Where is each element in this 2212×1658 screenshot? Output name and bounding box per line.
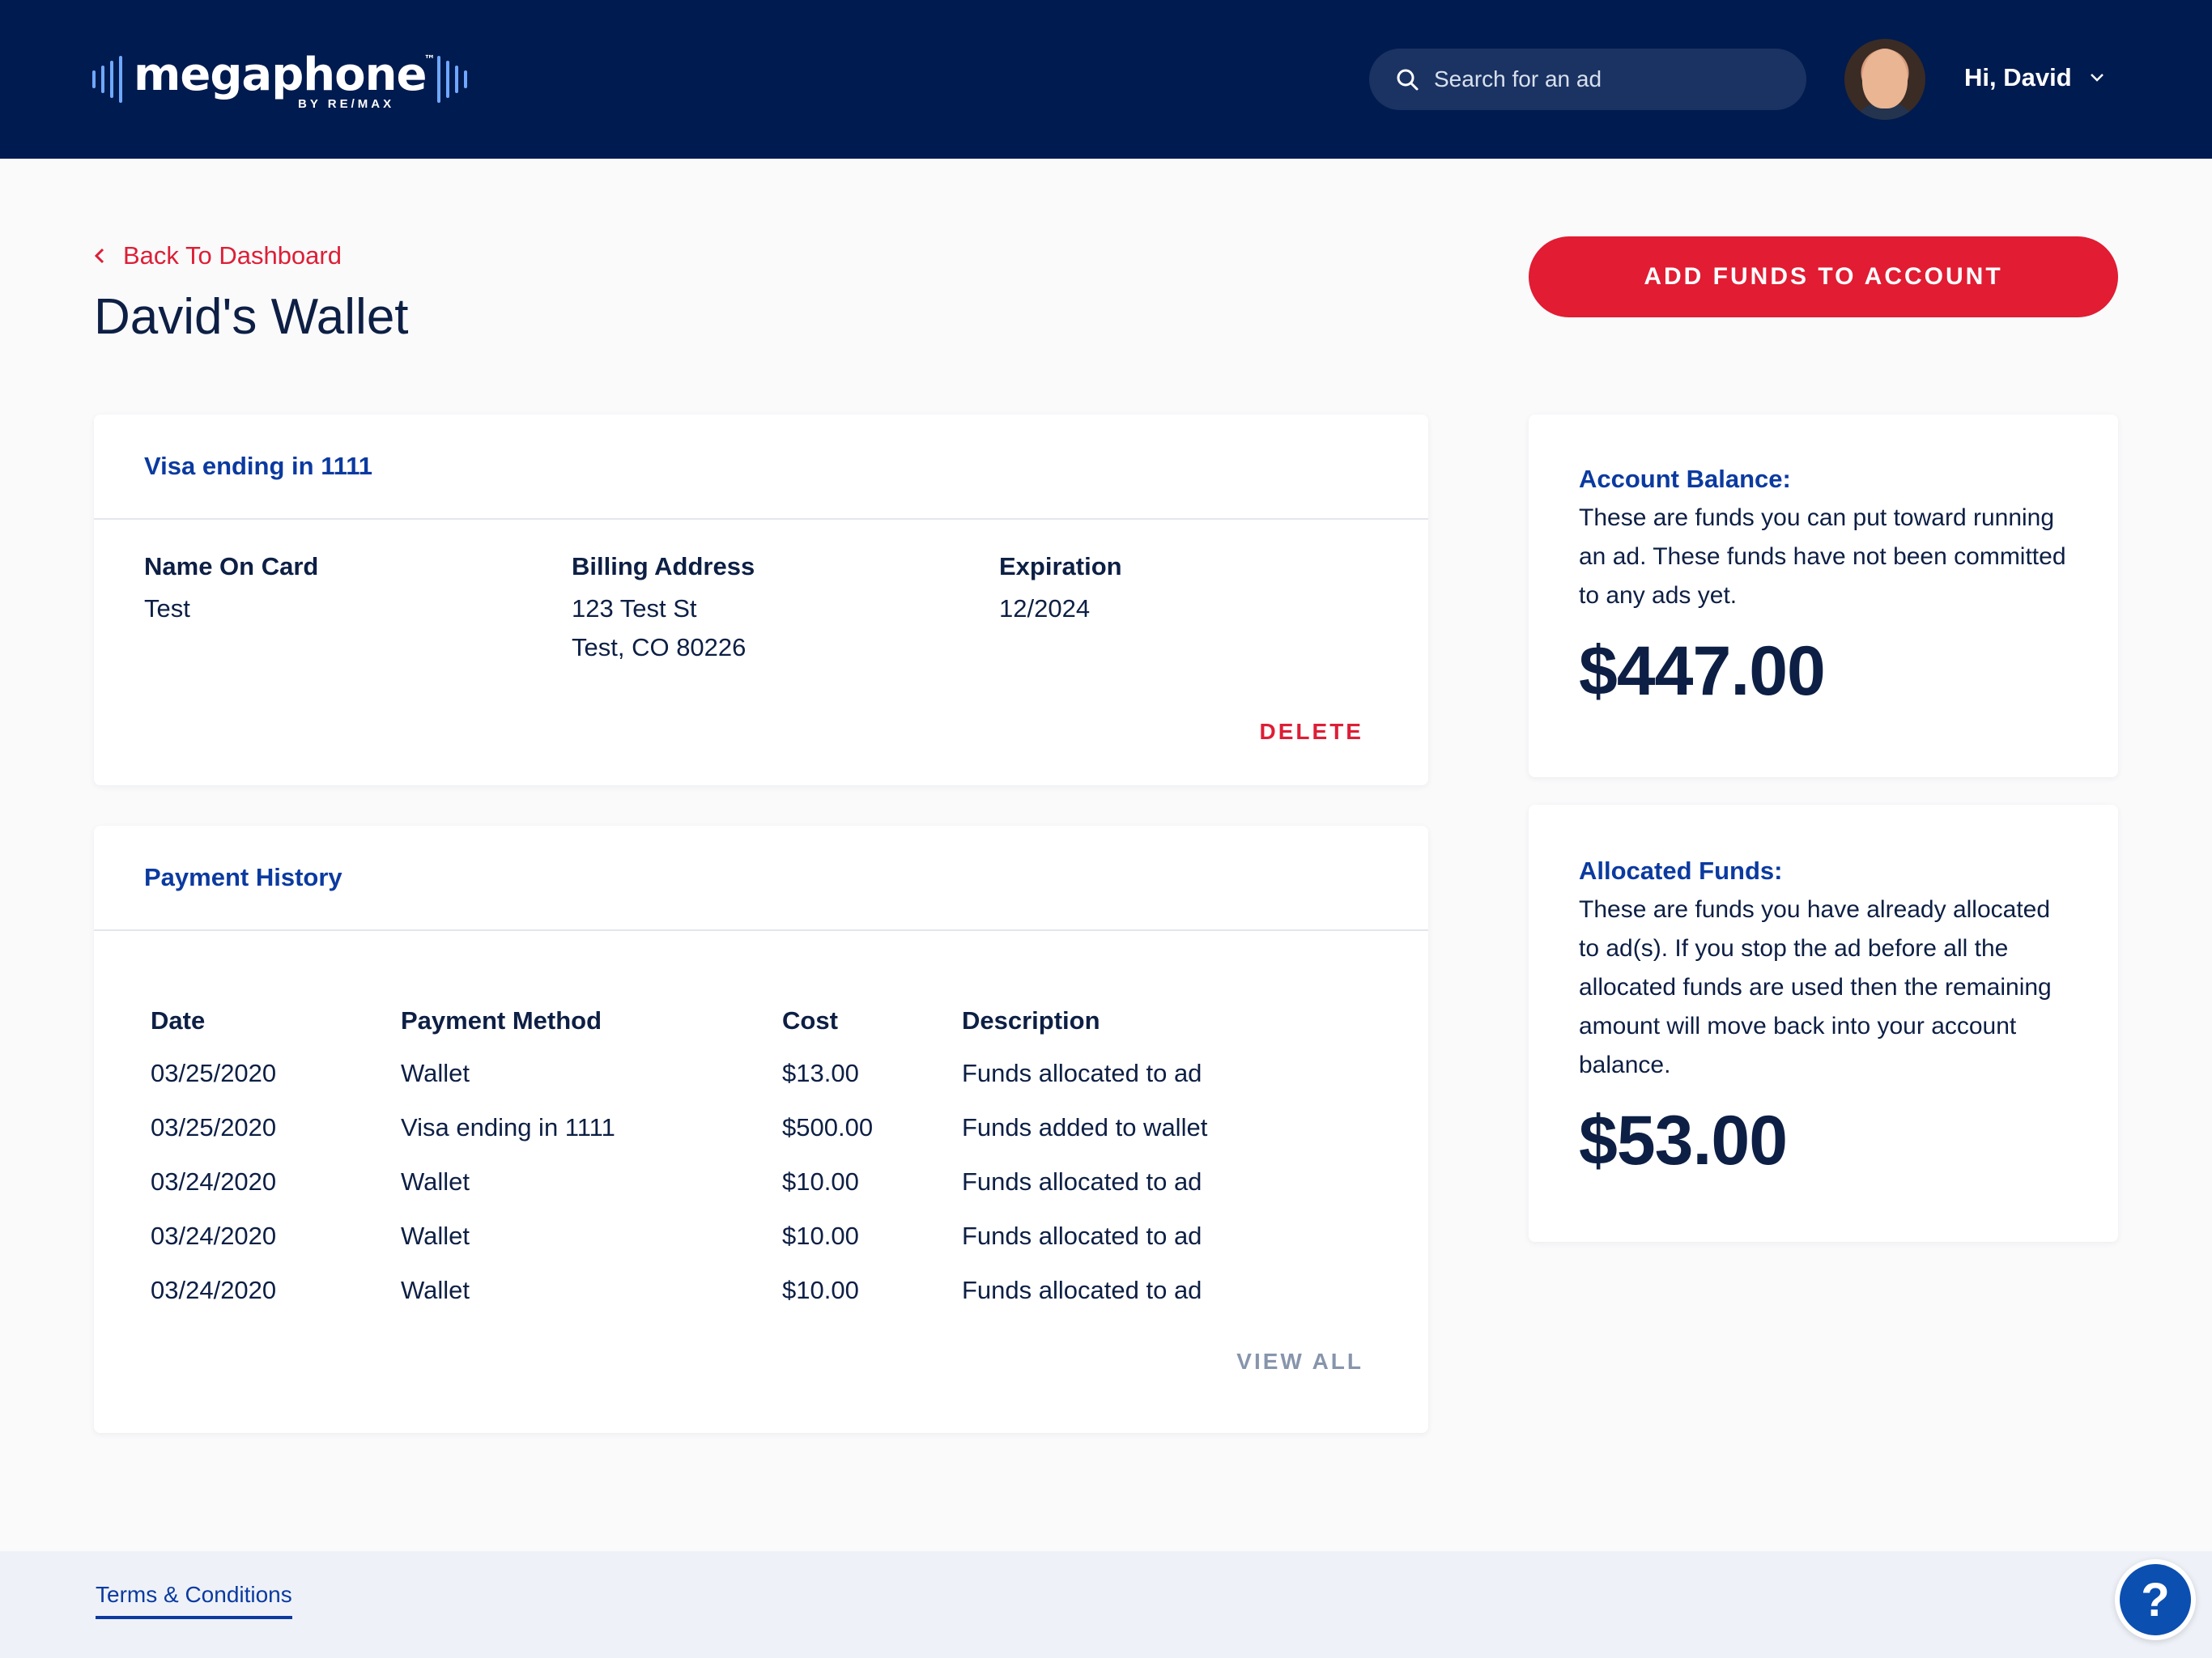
row-payment-method: Wallet: [401, 1275, 470, 1304]
search-icon: [1397, 69, 1419, 91]
payment-history-header: Payment History: [94, 826, 1428, 931]
name-on-card-field: Name On Card Test: [144, 552, 318, 628]
add-funds-button[interactable]: ADD FUNDS TO ACCOUNT: [1529, 236, 2118, 317]
row-cost: $10.00: [782, 1167, 859, 1196]
payment-card-header: Visa ending in 1111: [94, 414, 1428, 520]
expiration-field: Expiration 12/2024: [999, 552, 1122, 628]
question-mark-icon: ?: [2141, 1573, 2170, 1626]
row-description: Funds allocated to ad: [962, 1221, 1202, 1250]
expiration-label: Expiration: [999, 552, 1122, 580]
back-to-dashboard-link[interactable]: Back To Dashboard: [94, 241, 342, 270]
expiration-value: 12/2024: [999, 594, 1091, 623]
allocated-funds-amount: $53.00: [1579, 1102, 1788, 1180]
table-row: 03/24/2020 Wallet $10.00 Funds allocated…: [151, 1209, 1302, 1263]
megaphone-logo[interactable]: megaphone ™ BY RE/MAX: [92, 48, 468, 111]
allocated-funds-description: These are funds you have already allocat…: [1579, 896, 2052, 1078]
page-footer: [0, 1551, 2212, 1658]
row-date: 03/24/2020: [151, 1221, 277, 1250]
payment-card-title: Visa ending in 1111: [144, 452, 373, 480]
terms-and-conditions-link[interactable]: Terms & Conditions: [96, 1582, 292, 1619]
row-date: 03/25/2020: [151, 1058, 277, 1087]
top-navigation-bar: megaphone™ BY RE/MAX Hi, David: [0, 0, 2212, 159]
table-row: 03/25/2020 Wallet $13.00 Funds allocated…: [151, 1046, 1302, 1100]
page-title: David's Wallet: [94, 289, 409, 345]
row-cost: $10.00: [782, 1221, 859, 1250]
search-bar[interactable]: [1369, 49, 1806, 110]
row-date: 03/24/2020: [151, 1167, 277, 1196]
account-balance-amount: $447.00: [1579, 632, 1826, 710]
back-link-label: Back To Dashboard: [123, 241, 342, 270]
name-on-card-label: Name On Card: [144, 552, 319, 580]
row-date: 03/25/2020: [151, 1112, 277, 1141]
account-balance-title: Account Balance:: [1579, 465, 1791, 493]
billing-address-label: Billing Address: [572, 552, 755, 580]
row-description: Funds added to wallet: [962, 1112, 1208, 1141]
logo-tagline: BY RE/MAX: [298, 97, 395, 111]
payment-history-table: Date Payment Method Cost Description 03/…: [151, 996, 1302, 1317]
delete-card-button[interactable]: DELETE: [1260, 719, 1363, 745]
payment-card-panel: Visa ending in 1111 Name On Card Test Bi…: [94, 414, 1428, 785]
user-menu[interactable]: Hi, David: [1964, 63, 2104, 92]
column-header-date: Date: [151, 1006, 206, 1035]
chevron-down-icon: [2090, 74, 2104, 82]
payment-history-panel: Payment History Date Payment Method Cost…: [94, 826, 1428, 1433]
view-all-button[interactable]: VIEW ALL: [1236, 1349, 1363, 1375]
table-header-row: Date Payment Method Cost Description: [151, 996, 1302, 1046]
row-description: Funds allocated to ad: [962, 1275, 1202, 1304]
user-avatar[interactable]: [1844, 39, 1925, 120]
logo-wordmark: megaphone ™: [134, 48, 435, 101]
user-greeting: Hi, David: [1964, 63, 2072, 91]
search-input[interactable]: [1434, 66, 1774, 92]
row-description: Funds allocated to ad: [962, 1058, 1202, 1087]
row-cost: $500.00: [782, 1112, 874, 1141]
billing-address-field: Billing Address 123 Test St Test, CO 802…: [572, 552, 755, 667]
billing-address-line1: 123 Test St: [572, 594, 697, 623]
sound-wave-left-icon: [92, 55, 122, 104]
column-header-payment-method: Payment Method: [401, 1006, 602, 1035]
allocated-funds-title: Allocated Funds:: [1579, 857, 1783, 885]
account-balance-description: These are funds you can put toward runni…: [1579, 504, 2066, 609]
help-button[interactable]: ?: [2115, 1559, 2196, 1640]
allocated-funds-panel: Allocated Funds: These are funds you hav…: [1529, 805, 2118, 1242]
row-date: 03/24/2020: [151, 1275, 277, 1304]
row-description: Funds allocated to ad: [962, 1167, 1202, 1196]
column-header-cost: Cost: [782, 1006, 838, 1035]
payment-history-title: Payment History: [144, 863, 342, 891]
name-on-card-value: Test: [144, 594, 190, 623]
row-payment-method: Wallet: [401, 1221, 470, 1250]
row-cost: $13.00: [782, 1058, 859, 1087]
row-payment-method: Wallet: [401, 1058, 470, 1087]
chevron-left-icon: [94, 248, 104, 264]
row-cost: $10.00: [782, 1275, 859, 1304]
row-payment-method: Visa ending in 1111: [401, 1112, 615, 1141]
table-row: 03/24/2020 Wallet $10.00 Funds allocated…: [151, 1263, 1302, 1317]
billing-address-line2: Test, CO 80226: [572, 633, 747, 661]
row-payment-method: Wallet: [401, 1167, 470, 1196]
account-balance-panel: Account Balance: These are funds you can…: [1529, 414, 2118, 777]
sound-wave-right-icon: [437, 55, 468, 104]
column-header-description: Description: [962, 1006, 1100, 1035]
table-row: 03/24/2020 Wallet $10.00 Funds allocated…: [151, 1154, 1302, 1209]
table-row: 03/25/2020 Visa ending in 1111 $500.00 F…: [151, 1100, 1302, 1154]
